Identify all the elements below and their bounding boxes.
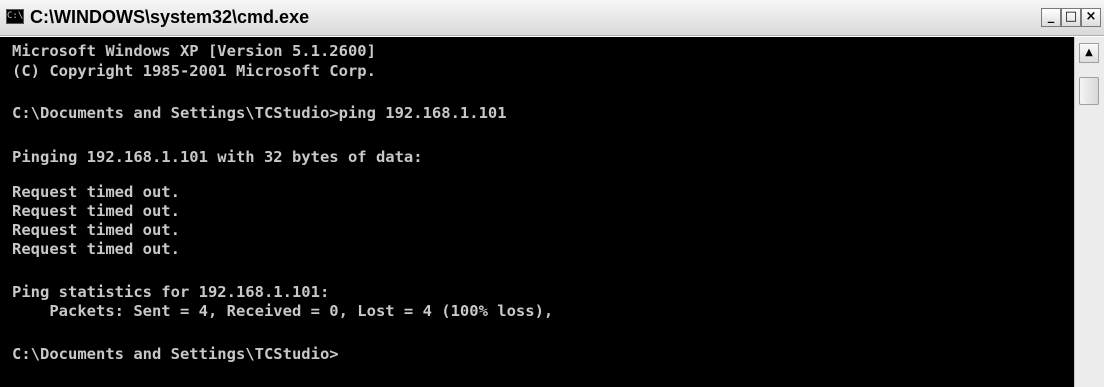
console-line: (C) Copyright 1985-2001 Microsoft Corp. bbox=[12, 62, 376, 80]
vertical-scrollbar[interactable]: ▲ bbox=[1074, 37, 1104, 387]
console-line: Request timed out. bbox=[12, 202, 180, 220]
console-line: Microsoft Windows XP [Version 5.1.2600] bbox=[12, 42, 376, 60]
console-line: C:\Documents and Settings\TCStudio>ping … bbox=[12, 104, 507, 122]
console-output[interactable]: Microsoft Windows XP [Version 5.1.2600] … bbox=[0, 37, 1074, 387]
console-line: Request timed out. bbox=[12, 183, 180, 201]
close-button[interactable]: × bbox=[1081, 8, 1101, 27]
window-title: C:\WINDOWS\system32\cmd.exe bbox=[30, 7, 310, 27]
console-app-icon[interactable]: C:\ bbox=[6, 9, 24, 24]
console-line: Request timed out. bbox=[12, 240, 180, 258]
maximize-button[interactable]: □ bbox=[1061, 8, 1081, 27]
scrollbar-thumb[interactable] bbox=[1079, 77, 1099, 105]
console-line: Ping statistics for 192.168.1.101: bbox=[12, 283, 330, 301]
console-line: Packets: Sent = 4, Received = 0, Lost = … bbox=[12, 302, 554, 320]
cmd-window: C:\ C:\WINDOWS\system32\cmd.exe _ □ × Mi… bbox=[0, 0, 1104, 387]
console-line: Pinging 192.168.1.101 with 32 bytes of d… bbox=[12, 148, 423, 166]
scroll-up-arrow-icon[interactable]: ▲ bbox=[1079, 43, 1099, 63]
command-prompt[interactable]: C:\Documents and Settings\TCStudio> bbox=[12, 345, 339, 363]
minimize-button[interactable]: _ bbox=[1041, 8, 1061, 27]
console-line: Request timed out. bbox=[12, 221, 180, 239]
title-bar[interactable]: C:\ C:\WINDOWS\system32\cmd.exe _ □ × bbox=[0, 0, 1104, 36]
